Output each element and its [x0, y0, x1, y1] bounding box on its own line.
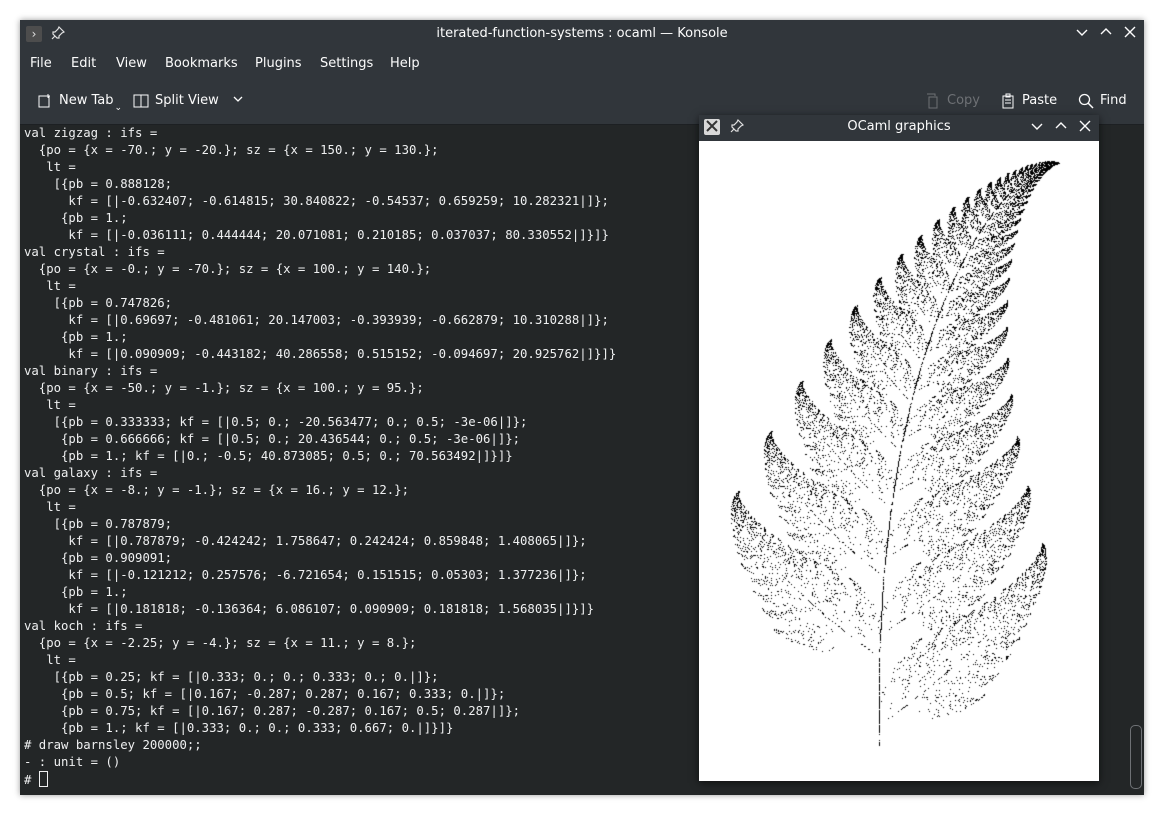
maximize-icon[interactable]	[1096, 24, 1116, 44]
scrollbar[interactable]	[1128, 125, 1144, 795]
menu-settings[interactable]: Settings	[320, 56, 373, 71]
terminal-line: lt =	[24, 500, 76, 514]
menu-bar: File Edit View Bookmarks Plugins Setting…	[20, 48, 1144, 78]
terminal-line: {pb = 0.75; kf = [|0.167; 0.287; -0.287;…	[24, 704, 521, 718]
menu-bookmarks[interactable]: Bookmarks	[165, 56, 238, 71]
terminal-line: lt =	[24, 160, 76, 174]
terminal-line: [{pb = 0.333333; kf = [|0.5; 0.; -20.563…	[24, 415, 528, 429]
terminal-line: {po = {x = -2.25; y = -4.}; sz = {x = 11…	[24, 636, 417, 650]
terminal-line: [{pb = 0.747826;	[24, 296, 173, 310]
minimize-icon[interactable]	[1027, 118, 1047, 138]
terminal-line: [{pb = 0.787879;	[24, 517, 173, 531]
terminal-line: val zigzag : ifs =	[24, 126, 158, 140]
copy-button[interactable]: Copy	[925, 92, 980, 112]
terminal-line: # draw barnsley 200000;;	[24, 738, 202, 752]
terminal-line: kf = [|0.090909; -0.443182; 40.286558; 0…	[24, 347, 617, 361]
terminal-line: kf = [|-0.036111; 0.444444; 20.071081; 0…	[24, 228, 609, 242]
graphics-title-bar[interactable]: OCaml graphics	[699, 115, 1099, 141]
terminal-line: val koch : ifs =	[24, 619, 143, 633]
new-tab-button[interactable]: New Tab⌄	[37, 92, 122, 113]
maximize-icon[interactable]	[1051, 118, 1071, 138]
copy-icon	[925, 93, 941, 109]
terminal-line: [{pb = 0.25; kf = [|0.333; 0.; 0.; 0.333…	[24, 670, 439, 684]
paste-icon	[1000, 93, 1016, 109]
terminal-line: val galaxy : ifs =	[24, 466, 158, 480]
title-bar[interactable]: › iterated-function-systems : ocaml — Ko…	[20, 20, 1144, 48]
window-title: iterated-function-systems : ocaml — Kons…	[436, 26, 728, 41]
menu-edit[interactable]: Edit	[71, 56, 96, 71]
terminal-line: kf = [|-0.121212; 0.257576; -6.721654; 0…	[24, 568, 587, 582]
terminal-line: kf = [|0.787879; -0.424242; 1.758647; 0.…	[24, 534, 587, 548]
terminal-line: - : unit = ()	[24, 755, 121, 769]
menu-help[interactable]: Help	[390, 56, 420, 71]
terminal-line: lt =	[24, 398, 76, 412]
minimize-icon[interactable]	[1072, 24, 1092, 44]
terminal-line: {pb = 0.666666; kf = [|0.5; 0.; 20.43654…	[24, 432, 521, 446]
graphics-window: OCaml graphics	[699, 115, 1099, 781]
split-view-button[interactable]: Split View	[133, 92, 243, 112]
terminal-line: {po = {x = -70.; y = -20.}; sz = {x = 15…	[24, 143, 439, 157]
terminal-line: kf = [|0.69697; -0.481061; 20.147003; -0…	[24, 313, 609, 327]
terminal-line: {pb = 1.;	[24, 211, 128, 225]
terminal-line: {pb = 1.;	[24, 330, 128, 344]
terminal-line: kf = [|0.181818; -0.136364; 6.086107; 0.…	[24, 602, 595, 616]
menu-plugins[interactable]: Plugins	[255, 56, 302, 71]
terminal-line: {pb = 1.; kf = [|0.; -0.5; 40.873085; 0.…	[24, 449, 513, 463]
scrollbar-thumb[interactable]	[1130, 725, 1142, 789]
paste-button[interactable]: Paste	[1000, 92, 1057, 112]
terminal-line: {po = {x = -50.; y = -1.}; sz = {x = 100…	[24, 381, 424, 395]
terminal-line: val crystal : ifs =	[24, 245, 165, 259]
terminal-line: {pb = 0.909091;	[24, 551, 173, 565]
split-view-dropdown-icon[interactable]	[233, 93, 243, 108]
terminal-line: {po = {x = -8.; y = -1.}; sz = {x = 16.;…	[24, 483, 409, 497]
terminal-line: val binary : ifs =	[24, 364, 158, 378]
terminal-line: kf = [|-0.632407; -0.614815; 30.840822; …	[24, 194, 609, 208]
terminal-line: lt =	[24, 653, 76, 667]
text-cursor	[38, 771, 48, 787]
menu-view[interactable]: View	[116, 56, 147, 71]
terminal-line: {pb = 1.; kf = [|0.333; 0.; 0.; 0.333; 0…	[24, 721, 454, 735]
close-icon[interactable]	[1120, 24, 1140, 44]
terminal-line: [{pb = 0.888128;	[24, 177, 173, 191]
terminal-line: {po = {x = -0.; y = -70.}; sz = {x = 100…	[24, 262, 432, 276]
terminal-line: {pb = 0.5; kf = [|0.167; -0.287; 0.287; …	[24, 687, 506, 701]
graphics-canvas[interactable]	[699, 141, 1099, 781]
split-view-icon	[133, 93, 149, 109]
barnsley-fern-image	[699, 141, 1099, 781]
search-icon	[1078, 93, 1094, 109]
find-button[interactable]: Find	[1078, 92, 1127, 112]
terminal-prompt[interactable]: #	[24, 771, 616, 789]
close-icon[interactable]	[1075, 118, 1095, 138]
terminal-line: lt =	[24, 279, 76, 293]
new-tab-icon	[37, 93, 53, 109]
terminal-line: {pb = 1.;	[24, 585, 128, 599]
menu-file[interactable]: File	[30, 56, 52, 71]
terminal-text: val zigzag : ifs = {po = {x = -70.; y = …	[24, 125, 616, 789]
